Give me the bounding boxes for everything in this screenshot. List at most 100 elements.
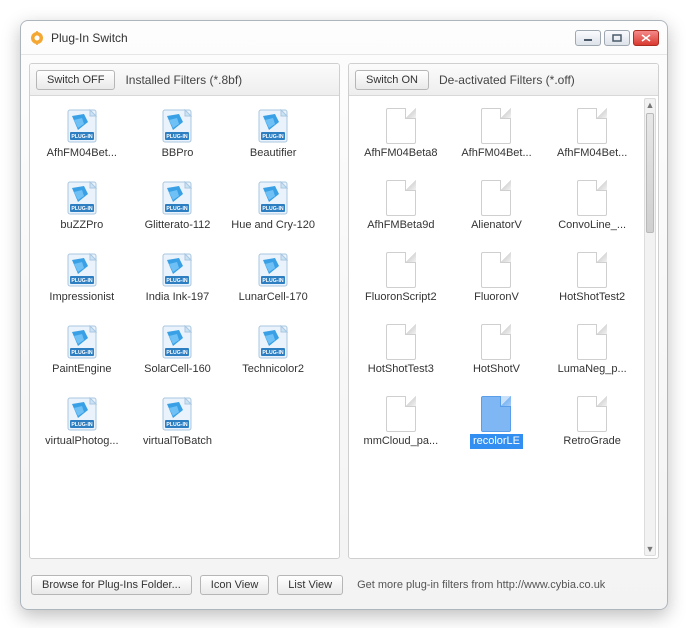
installed-filter-item[interactable]: PaintEngine (37, 324, 127, 396)
installed-filter-item[interactable]: Glitterato-112 (132, 180, 222, 252)
deactivated-filter-item[interactable]: FluoronV (451, 252, 541, 324)
filter-label: India Ink-197 (143, 290, 213, 305)
installed-filter-item[interactable]: buZZPro (37, 180, 127, 252)
installed-filter-item[interactable]: Beautifier (228, 108, 318, 180)
filter-label: Glitterato-112 (142, 218, 214, 233)
deactivated-filter-item[interactable]: FluoronScript2 (356, 252, 446, 324)
installed-filter-item[interactable]: LunarCell-170 (228, 252, 318, 324)
deactivated-filter-item[interactable]: HotShotV (451, 324, 541, 396)
list-view-button[interactable]: List View (277, 575, 343, 595)
footer-link-text: Get more plug-in filters from http://www… (357, 579, 605, 591)
plugin-file-icon (159, 324, 195, 360)
window-controls (575, 30, 659, 46)
switch-on-button[interactable]: Switch ON (355, 70, 429, 90)
file-icon (577, 396, 607, 432)
scroll-down-arrow[interactable]: ▼ (645, 543, 655, 555)
installed-filters-label: Installed Filters (*.8bf) (125, 73, 242, 87)
filter-label: AfhFM04Bet... (554, 146, 630, 161)
deactivated-grid-wrap: AfhFM04Beta8AfhFM04Bet...AfhFM04Bet...Af… (349, 96, 658, 558)
filter-label: HotShotTest3 (365, 362, 437, 377)
plugin-file-icon (64, 396, 100, 432)
plugin-file-icon (255, 324, 291, 360)
installed-filter-item[interactable]: virtualToBatch (132, 396, 222, 468)
installed-panel-header: Switch OFF Installed Filters (*.8bf) (30, 64, 339, 96)
file-icon (577, 324, 607, 360)
filter-label: FluoronV (471, 290, 522, 305)
filter-label: HotShotTest2 (556, 290, 628, 305)
deactivated-filter-item[interactable]: RetroGrade (547, 396, 637, 468)
plugin-file-icon (255, 108, 291, 144)
filter-label: buZZPro (57, 218, 106, 233)
filter-label: HotShotV (470, 362, 523, 377)
filter-label: PaintEngine (49, 362, 114, 377)
file-icon (386, 252, 416, 288)
file-icon (386, 108, 416, 144)
browse-plugins-button[interactable]: Browse for Plug-Ins Folder... (31, 575, 192, 595)
deactivated-filter-item[interactable]: AfhFM04Beta8 (356, 108, 446, 180)
filter-label: Technicolor2 (239, 362, 307, 377)
deactivated-filter-item[interactable]: LumaNeg_p... (547, 324, 637, 396)
installed-filter-item[interactable]: Impressionist (37, 252, 127, 324)
filter-label: BBPro (159, 146, 197, 161)
filter-label: ConvoLine_... (555, 218, 629, 233)
file-icon (577, 252, 607, 288)
filter-label: AlienatorV (468, 218, 525, 233)
filter-label: LumaNeg_p... (555, 362, 630, 377)
scrollbar[interactable]: ▲ ▼ (644, 98, 656, 556)
file-icon (577, 180, 607, 216)
deactivated-filter-item[interactable]: HotShotTest3 (356, 324, 446, 396)
plugin-file-icon (64, 252, 100, 288)
plugin-file-icon (255, 252, 291, 288)
filter-label: SolarCell-160 (141, 362, 214, 377)
file-icon (577, 108, 607, 144)
minimize-button[interactable] (575, 30, 601, 46)
installed-filter-item[interactable]: AfhFM04Bet... (37, 108, 127, 180)
installed-filter-item[interactable]: Hue and Cry-120 (228, 180, 318, 252)
plugin-file-icon (159, 252, 195, 288)
close-button[interactable] (633, 30, 659, 46)
plugin-file-icon (159, 180, 195, 216)
filter-label: AfhFM04Bet... (44, 146, 120, 161)
installed-filter-item[interactable]: SolarCell-160 (132, 324, 222, 396)
filter-label: FluoronScript2 (362, 290, 440, 305)
app-window: Plug-In Switch Switch OFF Installed Filt… (20, 20, 668, 610)
deactivated-filter-item[interactable]: AfhFM04Bet... (547, 108, 637, 180)
installed-filter-item[interactable]: BBPro (132, 108, 222, 180)
deactivated-filter-item[interactable]: mmCloud_pa... (356, 396, 446, 468)
icon-view-button[interactable]: Icon View (200, 575, 270, 595)
main-content: Switch OFF Installed Filters (*.8bf) Afh… (21, 55, 667, 567)
file-icon (386, 324, 416, 360)
plugin-file-icon (159, 108, 195, 144)
filter-label: Impressionist (46, 290, 117, 305)
file-icon (481, 252, 511, 288)
switch-off-button[interactable]: Switch OFF (36, 70, 115, 90)
installed-filter-item[interactable]: India Ink-197 (132, 252, 222, 324)
deactivated-filter-item[interactable]: recolorLE (451, 396, 541, 468)
deactivated-filter-item[interactable]: AfhFM04Bet... (451, 108, 541, 180)
filter-label: Beautifier (247, 146, 299, 161)
filter-label: AfhFMBeta9d (364, 218, 437, 233)
file-icon (481, 108, 511, 144)
deactivated-filter-item[interactable]: ConvoLine_... (547, 180, 637, 252)
file-icon (386, 396, 416, 432)
file-icon (481, 180, 511, 216)
file-icon (481, 396, 511, 432)
scroll-thumb[interactable] (646, 113, 654, 233)
installed-filter-item[interactable]: virtualPhotog... (37, 396, 127, 468)
deactivated-filters-panel: Switch ON De-activated Filters (*.off) A… (348, 63, 659, 559)
deactivated-filter-item[interactable]: AlienatorV (451, 180, 541, 252)
scroll-up-arrow[interactable]: ▲ (645, 99, 655, 111)
installed-grid-wrap: AfhFM04Bet... BBPro Beautifier buZZPro Glitt… (30, 96, 339, 558)
plugin-file-icon (159, 396, 195, 432)
deactivated-filter-item[interactable]: AfhFMBeta9d (356, 180, 446, 252)
filter-label: Hue and Cry-120 (228, 218, 318, 233)
installed-filter-item[interactable]: Technicolor2 (228, 324, 318, 396)
deactivated-filters-label: De-activated Filters (*.off) (439, 73, 575, 87)
filter-label: virtualPhotog... (42, 434, 121, 449)
filter-label: virtualToBatch (140, 434, 215, 449)
installed-filters-grid: AfhFM04Bet... BBPro Beautifier buZZPro Glitt… (30, 96, 325, 558)
deactivated-filters-grid: AfhFM04Beta8AfhFM04Bet...AfhFM04Bet...Af… (349, 96, 644, 558)
maximize-button[interactable] (604, 30, 630, 46)
deactivated-filter-item[interactable]: HotShotTest2 (547, 252, 637, 324)
plugin-switch-icon (29, 30, 45, 46)
